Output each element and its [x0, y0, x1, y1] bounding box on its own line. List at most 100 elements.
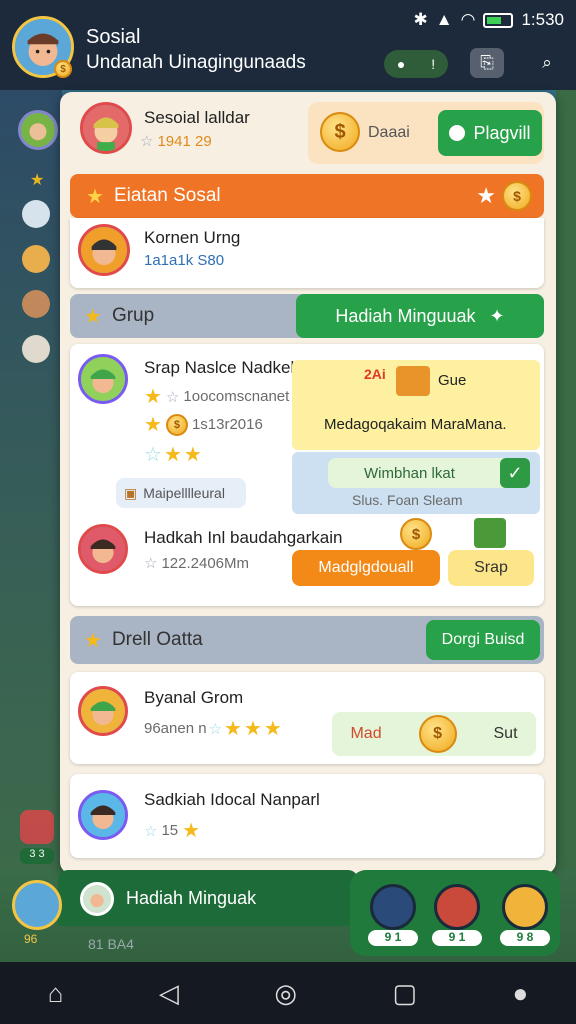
- coin-icon[interactable]: [22, 245, 50, 273]
- left-rail-badge: 3 3: [20, 848, 54, 864]
- reward-points-row: ☆ 122.2406Mm: [144, 554, 249, 573]
- square-icon[interactable]: ▢: [392, 978, 417, 1009]
- group-coin-row: ★ $ 1s13r2016: [144, 412, 263, 437]
- star-icon: ★: [84, 305, 102, 328]
- friend-avatar[interactable]: [78, 224, 130, 276]
- star-icon: ★: [243, 718, 262, 740]
- row1-avatar[interactable]: [78, 686, 128, 736]
- bluetooth-icon: ✱: [413, 10, 428, 29]
- friend-avatar-2[interactable]: [434, 884, 480, 930]
- reward-secondary-label: Srap: [474, 559, 508, 576]
- star-outline-icon: ☆: [144, 555, 158, 572]
- status-pill[interactable]: ● !: [384, 50, 448, 78]
- weekly-reward-label: Hadiah Minguuak: [335, 305, 476, 326]
- weekly-reward-button[interactable]: Hadiah Minguuak ✦: [296, 294, 544, 338]
- star-outline-icon: ☆: [165, 388, 180, 406]
- profile-avatar[interactable]: [80, 102, 132, 154]
- left-footer-count: 96: [24, 932, 38, 946]
- reward-secondary-button[interactable]: Srap: [448, 550, 534, 586]
- right-rail: [556, 90, 576, 870]
- row2-avatar[interactable]: [78, 790, 128, 840]
- daily-banner-label: Drell Oatta: [111, 629, 203, 650]
- pill-left-icon: ●: [396, 56, 406, 72]
- coin-icon: $: [502, 181, 532, 211]
- promo-box[interactable]: 2Ai Gue Medagoqakaim MaraMana.: [292, 360, 540, 450]
- page-title: Sosial: [86, 26, 141, 48]
- left-rail-avatar[interactable]: [18, 110, 58, 150]
- group-avatar[interactable]: [78, 354, 128, 404]
- row1-action-right: Sut: [493, 725, 518, 742]
- left-footer-sub: 81 BA4: [88, 936, 134, 952]
- play-button[interactable]: Plagvill: [438, 110, 542, 156]
- promo-title: Gue: [438, 372, 467, 389]
- row2-name: Sadkiah Idocal Nanparl: [144, 790, 320, 809]
- friend-badge-2: 9 1: [432, 930, 482, 946]
- reward-claim-button[interactable]: Madglgdouall: [292, 550, 440, 586]
- star-icon: ★: [144, 414, 162, 436]
- left-footer-avatar[interactable]: [12, 880, 62, 930]
- coin-icon: $: [400, 518, 432, 550]
- star-icon: ★: [183, 444, 202, 466]
- chip-icon[interactable]: [22, 200, 50, 228]
- group-stars-text: 1oocomscnanet: [183, 388, 290, 405]
- star-icon: ★: [86, 185, 104, 208]
- friend-avatar-3[interactable]: [502, 884, 548, 930]
- group-banner-label: Grup: [111, 305, 155, 326]
- plus-icon: ✦: [489, 305, 505, 326]
- rating-stars: ☆ ★ ★: [144, 442, 202, 467]
- friend-name: Kornen Urng: [144, 228, 241, 247]
- claim-button[interactable]: Wimbhan lkat: [328, 458, 528, 488]
- group-tag-label: Maipelllleural: [143, 485, 225, 501]
- left-rail: ★ 3 3: [0, 90, 62, 870]
- friend-card[interactable]: Kornen Urng 1a1a1k S80: [70, 218, 544, 288]
- row1-name: Byanal Grom: [144, 688, 244, 707]
- star-outline-icon: ☆: [140, 133, 154, 150]
- face-icon[interactable]: [22, 290, 50, 318]
- row1-action-left: Mad: [350, 725, 382, 742]
- star-icon: ★: [84, 629, 102, 652]
- main-panel: Sesoial lalldar ☆ 1941 29 $ Daaai Plagvi…: [60, 92, 556, 874]
- profile-action-group: $ Daaai Plagvill: [308, 102, 544, 164]
- bottom-nav: ⌂ ◁ ◎ ▢ ●: [0, 962, 576, 1024]
- list-item[interactable]: Sadkiah Idocal Nanparl ☆ 15 ★: [70, 774, 544, 858]
- reward-avatar[interactable]: [78, 524, 128, 574]
- star-icon: ★: [182, 820, 201, 842]
- coin-icon: $: [320, 112, 360, 152]
- top-bar: ✱ ▲ ◠ 1:530 $ Sosial Undanah Uinaginguna…: [0, 0, 576, 90]
- promo-badge: 2Ai: [364, 366, 386, 382]
- claim-sub: Slus. Foan Sleam: [352, 492, 463, 508]
- list-item[interactable]: Byanal Grom 96anen n ☆ ★ ★ ★ Mad $ Sut: [70, 672, 544, 764]
- gift-icon: [396, 366, 430, 396]
- circle-icon[interactable]: ◎: [274, 978, 297, 1009]
- bowl-icon[interactable]: [22, 335, 50, 363]
- social-banner[interactable]: ★ Eiatan Sosal ★ $: [70, 174, 544, 218]
- profile-name: Sesoial lalldar: [144, 108, 250, 127]
- footer-label: Hadiah Minguak: [126, 888, 257, 908]
- friend-avatar-1[interactable]: [370, 884, 416, 930]
- gift-icon[interactable]: ⎘: [470, 48, 504, 78]
- wifi-icon: ◠: [460, 10, 476, 29]
- group-tag[interactable]: ▣ Maipelllleural: [116, 478, 246, 508]
- search-icon[interactable]: ⌕: [530, 48, 564, 78]
- footer-bar[interactable]: Hadiah Minguak: [58, 870, 358, 926]
- friend-badge-1: 9 1: [368, 930, 418, 946]
- social-banner-label: Eiatan Sosal: [113, 185, 221, 206]
- home-icon[interactable]: ⌂: [48, 978, 64, 1009]
- status-bar: ✱ ▲ ◠ 1:530: [414, 10, 564, 30]
- row1-action[interactable]: Mad $ Sut: [332, 712, 536, 756]
- daily-button[interactable]: Dorgi Buisd: [426, 620, 540, 660]
- pill-right-icon: !: [431, 56, 436, 72]
- star-icon: ★: [144, 386, 162, 408]
- star-icon: ☆: [208, 720, 223, 738]
- puzzle-icon: ▣: [124, 484, 138, 501]
- friend-badge-3: 9 8: [500, 930, 550, 946]
- row2-sub: 15: [161, 822, 179, 839]
- profile-score: 1941 29: [157, 132, 212, 150]
- daily-button-label: Dorgi Buisd: [441, 631, 525, 648]
- back-icon[interactable]: ◁: [159, 978, 179, 1009]
- footer-avatar: [80, 882, 114, 916]
- coin-label: Daaai: [368, 124, 410, 141]
- check-icon[interactable]: ✓: [500, 458, 530, 488]
- reward-claim-label: Madglgdouall: [318, 559, 414, 576]
- person-icon[interactable]: ●: [513, 978, 529, 1009]
